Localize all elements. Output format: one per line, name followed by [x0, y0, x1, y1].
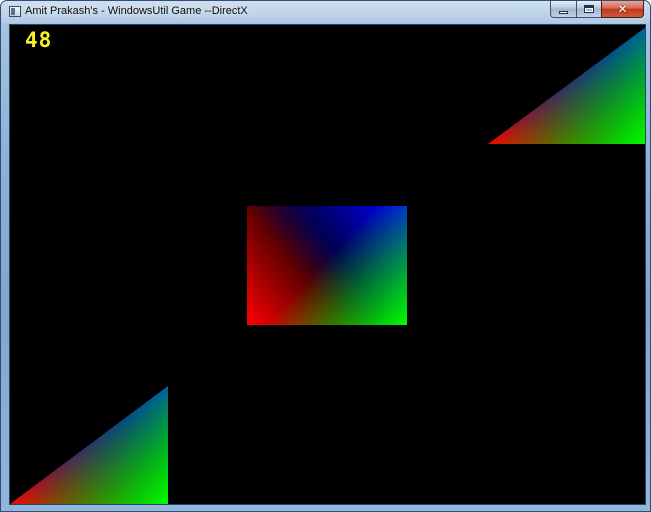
title-bar[interactable]: Amit Prakash's - WindowsUtil Game --Dire… [1, 1, 650, 23]
fps-counter: 48 [25, 28, 53, 52]
render-scene [10, 27, 645, 504]
caption-buttons: ✕ [550, 1, 644, 18]
center-quad [247, 206, 407, 325]
game-viewport[interactable]: 48 [9, 24, 646, 505]
maximize-button[interactable] [576, 1, 601, 18]
maximize-icon [584, 5, 594, 13]
top-right-triangle [488, 27, 645, 144]
app-window-icon[interactable] [9, 6, 21, 17]
bottom-left-triangle [10, 386, 168, 504]
minimize-icon [559, 11, 568, 14]
game-window: Amit Prakash's - WindowsUtil Game --Dire… [0, 0, 651, 512]
window-title: Amit Prakash's - WindowsUtil Game --Dire… [25, 5, 248, 17]
close-button[interactable]: ✕ [601, 1, 644, 18]
close-icon: ✕ [617, 2, 628, 16]
minimize-button[interactable] [550, 1, 576, 18]
